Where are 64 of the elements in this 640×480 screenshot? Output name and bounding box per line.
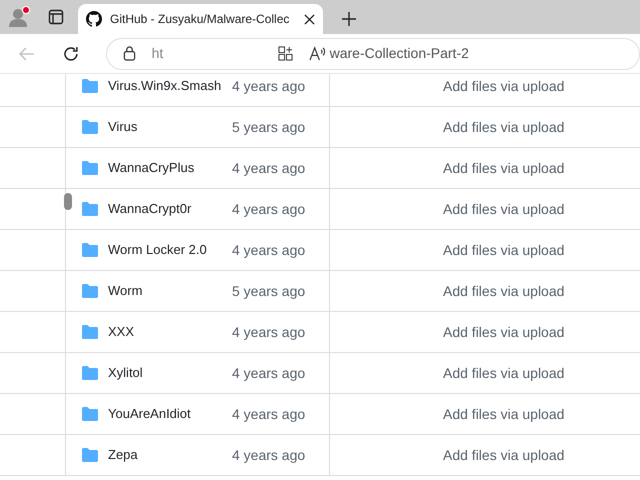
folder-icon — [82, 243, 98, 257]
url-text: ht — [152, 44, 164, 63]
folder-link[interactable]: Zepa — [108, 445, 232, 465]
commit-age: 5 years ago — [232, 118, 306, 137]
tab-actions-icon[interactable] — [48, 9, 64, 25]
commit-age: 4 years ago — [232, 404, 306, 424]
folder-link[interactable]: Virus — [108, 117, 232, 137]
commit-message: Add files via upload — [443, 76, 564, 96]
commit-age: 4 years ago — [232, 446, 306, 465]
commit-age: 4 years ago — [232, 158, 306, 178]
folder-link[interactable]: XXX — [108, 322, 232, 342]
folder-link[interactable]: Worm — [108, 281, 232, 301]
commit-message: Add files via upload — [443, 364, 564, 383]
commit-age: 4 years ago — [232, 76, 306, 96]
folder-icon — [82, 325, 98, 339]
file-row[interactable]: WannaCryPlus 4 years ago Add files via upload — [0, 148, 640, 189]
folder-icon — [82, 202, 98, 216]
commit-message: Add files via upload — [443, 446, 564, 465]
commit-age: 4 years ago — [232, 240, 306, 260]
folder-icon — [82, 79, 98, 93]
folder-link[interactable]: Worm Locker 2.0 — [108, 240, 232, 260]
file-row[interactable]: YouAreAnIdiot 4 years ago Add files via upload — [0, 394, 640, 435]
commit-age: 4 years ago — [232, 322, 306, 342]
commit-age: 5 years ago — [232, 282, 306, 301]
read-aloud-icon[interactable] — [308, 46, 326, 61]
tab-title: GitHub - Zusyaku/Malware-Collec — [110, 11, 290, 28]
new-tab-icon[interactable] — [341, 11, 357, 27]
file-row[interactable]: Xylitol 4 years ago Add files via upload — [0, 353, 640, 394]
url-text: ware-Collection-Part-2 — [330, 44, 469, 63]
folder-link[interactable]: WannaCrypt0r — [108, 199, 232, 219]
folder-link[interactable]: WannaCryPlus — [108, 158, 232, 178]
commit-age: 4 years ago — [232, 364, 306, 383]
folder-link[interactable]: Xylitol — [108, 363, 232, 383]
folder-icon — [82, 366, 98, 380]
folder-icon — [82, 120, 98, 134]
commit-age: 4 years ago — [232, 200, 306, 219]
scrollbar-thumb[interactable] — [64, 193, 72, 210]
commit-message: Add files via upload — [443, 158, 564, 178]
commit-message: Add files via upload — [443, 118, 564, 137]
address-bar[interactable]: ht ware-Collection-Part-2 — [106, 38, 640, 70]
folder-link[interactable]: Virus.Win9x.Smash — [108, 76, 232, 96]
file-row[interactable]: XXX 4 years ago Add files via upload — [0, 312, 640, 353]
file-row[interactable]: Worm 5 years ago Add files via upload — [0, 271, 640, 312]
apps-icon[interactable] — [278, 46, 293, 61]
commit-message: Add files via upload — [443, 322, 564, 342]
commit-message: Add files via upload — [443, 404, 564, 424]
folder-link[interactable]: YouAreAnIdiot — [108, 404, 232, 424]
folder-icon — [82, 284, 98, 298]
folder-icon — [82, 161, 98, 175]
file-row[interactable]: Zepa 4 years ago Add files via upload — [0, 435, 640, 476]
octocat-icon — [86, 11, 102, 27]
lock-icon — [122, 46, 136, 61]
file-row[interactable]: Worm Locker 2.0 4 years ago Add files via upload — [0, 230, 640, 271]
file-row[interactable]: Virus.Win9x.Smash 4 years ago Add files via upload — [0, 74, 640, 107]
profile-avatar-icon[interactable] — [8, 6, 30, 28]
close-icon[interactable] — [304, 14, 315, 24]
file-row[interactable]: Virus 5 years ago Add files via upload — [0, 107, 640, 148]
commit-message: Add files via upload — [443, 200, 564, 219]
reload-icon[interactable] — [62, 44, 80, 62]
folder-icon — [82, 448, 98, 462]
commit-message: Add files via upload — [443, 240, 564, 260]
folder-icon — [82, 407, 98, 421]
browser-tab[interactable]: GitHub - Zusyaku/Malware-Collec — [78, 4, 323, 34]
commit-message: Add files via upload — [443, 282, 564, 301]
